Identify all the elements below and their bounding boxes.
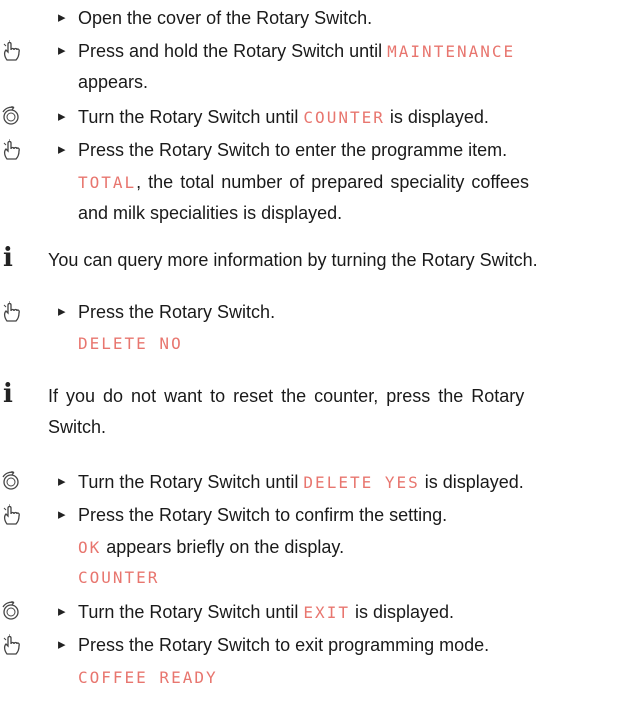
step-text: Turn the Rotary Switch until EXIT is dis… [58, 599, 598, 626]
display-text-delete-no: DELETE NO [78, 334, 183, 353]
step-text-part: is displayed. [349, 602, 455, 622]
instruction-page: Open the cover of the Rotary Switch. Pre… [0, 0, 630, 719]
step-press-switch: Press the Rotary Switch. [0, 299, 630, 329]
step-text: Open the cover of the Rotary Switch. [58, 5, 598, 31]
press-rotary-switch-icon [0, 504, 22, 526]
step-press-enter: Press the Rotary Switch to enter the pro… [0, 137, 630, 167]
note-text: If you do not want to reset the counter,… [48, 386, 525, 406]
display-text-counter: COUNTER [78, 568, 160, 587]
turn-rotary-switch-icon [0, 106, 22, 128]
info-note-reset-cont: Switch. [0, 414, 630, 444]
step-press-hold: Press and hold the Rotary Switch until M… [0, 38, 630, 68]
step-text-cont: TOTAL, the total number of prepared spec… [78, 169, 598, 196]
step-text-part: appears briefly on the display. [101, 537, 345, 557]
step-press-hold-cont: appears. [0, 69, 630, 99]
display-text-exit: EXIT [303, 603, 350, 622]
display-line: DELETE NO [0, 332, 630, 362]
step-text-cont: and milk specialities is displayed. [78, 203, 343, 223]
display-text-coffee-ready: COFFEE READY [78, 668, 218, 687]
turn-rotary-switch-icon [0, 471, 22, 493]
display-line: COFFEE READY [0, 666, 630, 696]
info-icon: i [3, 379, 13, 409]
step-total-line-2: and milk specialities is displayed. [0, 200, 630, 230]
step-turn-counter: Turn the Rotary Switch until COUNTER is … [0, 104, 630, 134]
turn-rotary-switch-icon [0, 601, 22, 623]
note-text: Switch. [48, 417, 107, 437]
step-turn-delete-yes: Turn the Rotary Switch until DELETE YES … [0, 469, 630, 499]
step-text-part: Turn the Rotary Switch until [78, 472, 304, 492]
step-text-part: Turn the Rotary Switch until [78, 602, 304, 622]
step-text-cont: OK appears briefly on the display. [78, 534, 598, 561]
step-text: Press the Rotary Switch to exit programm… [58, 632, 598, 658]
step-text: Press the Rotary Switch. [58, 299, 598, 325]
display-text-counter: COUNTER [303, 108, 385, 127]
step-text: Press the Rotary Switch to enter the pro… [58, 137, 598, 163]
press-rotary-switch-icon [0, 40, 22, 62]
info-icon: i [3, 243, 13, 273]
press-rotary-switch-icon [0, 301, 22, 323]
step-press-confirm: Press the Rotary Switch to confirm the s… [0, 502, 630, 532]
display-line: COUNTER [0, 566, 630, 596]
step-open-cover: Open the cover of the Rotary Switch. [0, 5, 630, 35]
step-text: Press and hold the Rotary Switch until M… [58, 38, 598, 65]
step-text-part: , the total number of prepared specialit… [136, 172, 530, 192]
display-text-total: TOTAL [78, 173, 137, 192]
step-text-part: Turn the Rotary Switch until [78, 107, 304, 127]
step-text-part: is displayed. [419, 472, 524, 492]
press-rotary-switch-icon [0, 634, 22, 656]
note-text: You can query more information by turnin… [48, 250, 538, 270]
step-text: Turn the Rotary Switch until DELETE YES … [58, 469, 598, 496]
step-text-part: Press and hold the Rotary Switch until [78, 41, 388, 61]
step-text-cont: appears. [78, 72, 149, 92]
display-text-maintenance: MAINTENANCE [387, 42, 516, 61]
display-text-ok: OK [78, 538, 102, 557]
step-text: Turn the Rotary Switch until COUNTER is … [58, 104, 598, 131]
step-turn-exit: Turn the Rotary Switch until EXIT is dis… [0, 599, 630, 629]
display-text-delete-yes: DELETE YES [303, 473, 420, 492]
step-total-line: TOTAL, the total number of prepared spec… [0, 169, 630, 199]
step-text: Press the Rotary Switch to confirm the s… [58, 502, 598, 528]
step-text-part: is displayed. [384, 107, 489, 127]
info-note-reset: i If you do not want to reset the counte… [0, 379, 630, 413]
info-note-query: i You can query more information by turn… [0, 243, 630, 277]
press-rotary-switch-icon [0, 139, 22, 161]
step-press-exit: Press the Rotary Switch to exit programm… [0, 632, 630, 662]
step-ok-line: OK appears briefly on the display. [0, 534, 630, 564]
